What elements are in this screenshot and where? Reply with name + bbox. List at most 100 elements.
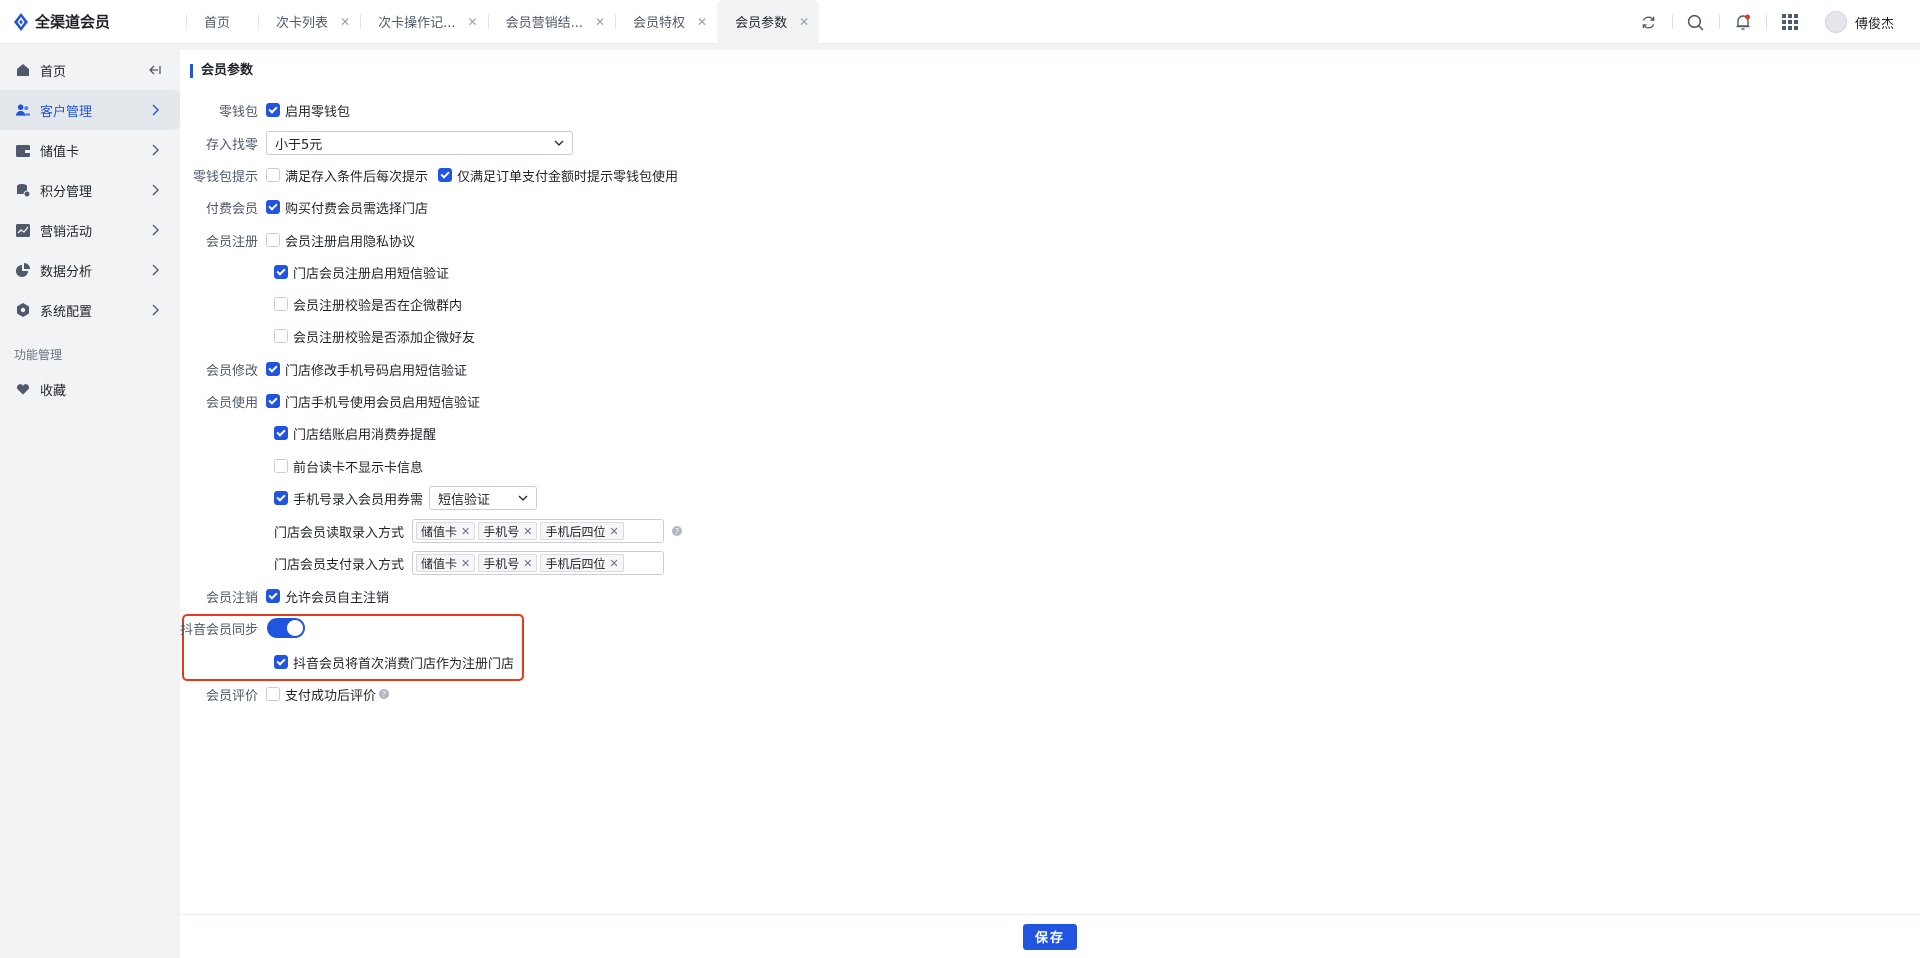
tag-remove-icon[interactable]: ✕ <box>610 525 619 538</box>
checkbox-checked-icon[interactable] <box>266 103 280 117</box>
checkbox-checked-icon[interactable] <box>266 362 280 376</box>
wallet-tip-order-amount-checkbox[interactable]: 仅满足订单支付金额时提示零钱包使用 <box>438 166 678 185</box>
close-icon[interactable]: ✕ <box>595 15 605 29</box>
checkbox-icon[interactable] <box>266 233 280 247</box>
form-row-use-coupon-reminder: 门店结账启用消费券提醒 <box>266 421 446 445</box>
checkbox-checked-icon[interactable] <box>266 200 280 214</box>
use-phone-sms-checkbox[interactable]: 门店手机号使用会员启用短信验证 <box>266 392 480 411</box>
checkbox-checked-icon[interactable] <box>274 655 288 669</box>
sidebar-item-system-config[interactable]: 系统配置 <box>0 290 180 330</box>
bell-icon[interactable] <box>1732 11 1754 33</box>
checkbox-icon[interactable] <box>266 168 280 182</box>
tab-bar: 首页 次卡列表 ✕ 次卡操作记... ✕ 会员营销结... ✕ 会员特权 ✕ 会员参数 ✕ <box>186 0 820 44</box>
form-row-douyin-store: 抖音会员将首次消费门店作为注册门店 <box>266 650 524 674</box>
checkbox-icon[interactable] <box>274 297 288 311</box>
form-row-cancel: 会员注销 允许会员自主注销 <box>180 584 399 608</box>
tag-remove-icon[interactable]: ✕ <box>523 557 532 570</box>
sidebar-item-favorites[interactable]: 收藏 <box>0 369 180 409</box>
coupon-verify-select[interactable]: 短信验证 <box>429 486 538 510</box>
self-cancel-checkbox[interactable]: 允许会员自主注销 <box>266 587 389 606</box>
checkbox-icon[interactable] <box>274 329 288 343</box>
chevron-right-icon <box>152 184 159 196</box>
heart-icon <box>16 382 30 396</box>
tag: 储值卡 ✕ <box>416 522 476 540</box>
refresh-icon[interactable] <box>1638 11 1660 33</box>
sidebar-item-points[interactable]: 积分管理 <box>0 170 180 210</box>
tag-remove-icon[interactable]: ✕ <box>461 557 470 570</box>
sidebar-section-title: 功能管理 <box>14 348 63 362</box>
apps-grid-icon[interactable] <box>1779 11 1801 33</box>
checkbox-icon[interactable] <box>274 459 288 473</box>
wallet-tip-every-time-checkbox[interactable]: 满足存入条件后每次提示 <box>266 166 428 185</box>
tag: 手机后四位 ✕ <box>540 554 624 572</box>
sidebar-item-data-analysis[interactable]: 数据分析 <box>0 250 180 290</box>
logo-icon <box>14 12 28 31</box>
douyin-sync-switch[interactable] <box>267 618 305 638</box>
avatar[interactable] <box>1824 11 1847 33</box>
sidebar-item-customer-management[interactable]: 客户管理 <box>0 90 180 130</box>
checkbox-checked-icon[interactable] <box>438 168 453 182</box>
checkbox-checked-icon[interactable] <box>274 265 288 279</box>
collapse-sidebar-icon[interactable] <box>148 63 162 77</box>
tab-home[interactable]: 首页 <box>186 0 258 44</box>
close-icon[interactable]: ✕ <box>468 15 478 29</box>
chevron-right-icon <box>152 104 159 116</box>
form-row-register-sms: 门店会员注册启用短信验证 <box>266 260 459 284</box>
sidebar-item-home[interactable]: 首页 <box>0 50 180 90</box>
form-row-review: 会员评价 支付成功后评价 ? <box>180 682 390 706</box>
sidebar: 首页 客户管理 储值卡 积分管理 营销活动 数据分析 系统配置 功能管理 收藏 <box>0 44 180 958</box>
review-after-pay-checkbox[interactable]: 支付成功后评价 <box>266 685 376 704</box>
tag: 手机号 ✕ <box>478 554 538 572</box>
tag-remove-icon[interactable]: ✕ <box>610 557 619 570</box>
read-entry-tag-select[interactable]: 储值卡 ✕ 手机号 ✕ 手机后四位 ✕ <box>412 519 665 543</box>
form-row-pay-entry: 门店会员支付录入方式 储值卡 ✕ 手机号 ✕ 手机后四位 ✕ <box>266 551 665 575</box>
register-privacy-checkbox[interactable]: 会员注册启用隐私协议 <box>266 231 415 250</box>
search-icon[interactable] <box>1685 11 1707 33</box>
tab-member-params[interactable]: 会员参数 ✕ <box>717 0 820 44</box>
close-icon[interactable]: ✕ <box>340 15 350 29</box>
tab-times-card-list[interactable]: 次卡列表 ✕ <box>258 0 360 44</box>
brand[interactable]: 全渠道会员 <box>0 11 186 32</box>
tag: 手机号 ✕ <box>478 522 538 540</box>
help-icon[interactable]: ? <box>379 689 390 699</box>
form-row-wallet-tip: 零钱包提示 满足存入条件后每次提示 仅满足订单支付金额时提示零钱包使用 <box>180 163 688 187</box>
use-phone-coupon-checkbox[interactable]: 手机号录入会员用券需 <box>274 489 423 508</box>
pay-entry-tag-select[interactable]: 储值卡 ✕ 手机号 ✕ 手机后四位 ✕ <box>412 551 665 575</box>
chevron-right-icon <box>152 264 159 276</box>
register-wecom-friend-checkbox[interactable]: 会员注册校验是否添加企微好友 <box>274 327 475 346</box>
use-hide-card-info-checkbox[interactable]: 前台读卡不显示卡信息 <box>274 457 423 476</box>
wallet-enable-checkbox[interactable]: 启用零钱包 <box>266 101 350 120</box>
checkbox-checked-icon[interactable] <box>274 426 288 440</box>
save-button[interactable]: 保存 <box>1023 923 1077 950</box>
form-row-use: 会员使用 门店手机号使用会员启用短信验证 <box>180 389 490 413</box>
tab-times-card-records[interactable]: 次卡操作记... ✕ <box>360 0 487 44</box>
checkbox-checked-icon[interactable] <box>274 491 288 505</box>
tab-privileges[interactable]: 会员特权 ✕ <box>615 0 717 44</box>
sidebar-item-stored-value-card[interactable]: 储值卡 <box>0 130 180 170</box>
form-row-douyin-sync: 抖音会员同步 <box>180 616 305 640</box>
checkbox-checked-icon[interactable] <box>266 394 280 408</box>
form-row-modify: 会员修改 门店修改手机号码启用短信验证 <box>180 357 477 381</box>
form-row-register-wecom-friend: 会员注册校验是否添加企微好友 <box>266 324 485 348</box>
close-icon[interactable]: ✕ <box>799 15 809 29</box>
tag-remove-icon[interactable]: ✕ <box>461 525 470 538</box>
paid-member-store-checkbox[interactable]: 购买付费会员需选择门店 <box>266 198 428 217</box>
tab-marketing-settlement[interactable]: 会员营销结... ✕ <box>487 0 615 44</box>
modify-phone-sms-checkbox[interactable]: 门店修改手机号码启用短信验证 <box>266 360 467 379</box>
form-row-register-wecom-group: 会员注册校验是否在企微群内 <box>266 292 472 316</box>
use-coupon-reminder-checkbox[interactable]: 门店结账启用消费券提醒 <box>274 424 436 443</box>
users-icon <box>16 103 30 117</box>
help-icon[interactable]: ? <box>672 526 683 536</box>
register-wecom-group-checkbox[interactable]: 会员注册校验是否在企微群内 <box>274 295 462 314</box>
register-sms-checkbox[interactable]: 门店会员注册启用短信验证 <box>274 263 449 282</box>
form-row-register: 会员注册 会员注册启用隐私协议 <box>180 228 425 252</box>
tag-remove-icon[interactable]: ✕ <box>523 525 532 538</box>
checkbox-checked-icon[interactable] <box>266 589 280 603</box>
sidebar-item-marketing[interactable]: 营销活动 <box>0 210 180 250</box>
user-name[interactable]: 傅俊杰 <box>1855 13 1894 32</box>
checkbox-icon[interactable] <box>266 687 280 701</box>
close-icon[interactable]: ✕ <box>697 15 707 29</box>
douyin-first-store-checkbox[interactable]: 抖音会员将首次消费门店作为注册门店 <box>274 653 514 672</box>
hexagon-icon <box>16 303 30 317</box>
change-select[interactable]: 小于5元 <box>266 131 573 155</box>
